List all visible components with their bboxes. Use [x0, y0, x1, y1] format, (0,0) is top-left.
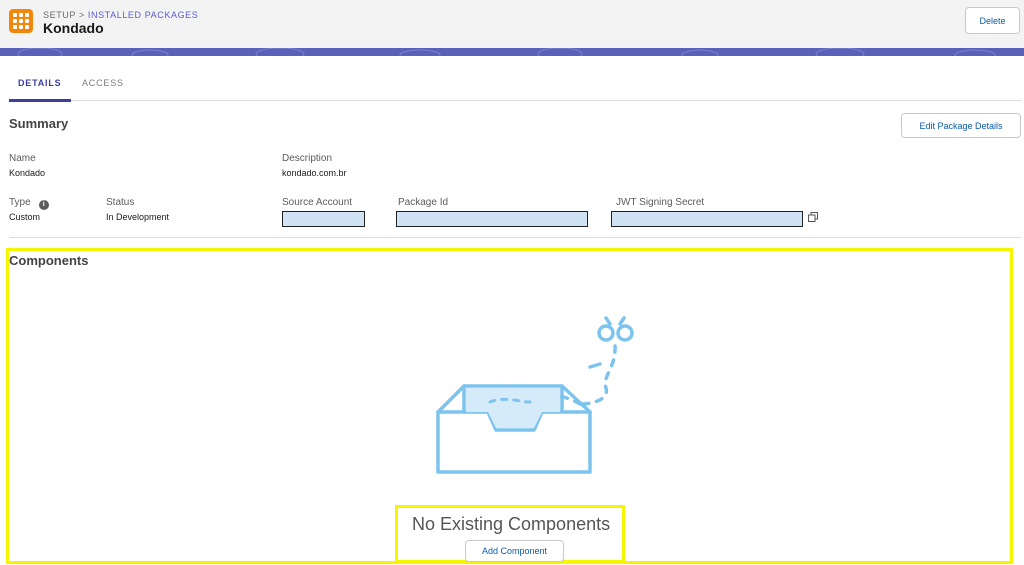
breadcrumb: SETUP > INSTALLED PACKAGES	[43, 10, 198, 20]
copy-icon[interactable]	[808, 212, 818, 222]
status-label: Status	[106, 197, 135, 208]
type-label: Type	[9, 197, 31, 208]
page-title: Kondado	[43, 20, 104, 36]
empty-state-title: No Existing Components	[412, 514, 611, 534]
tabs-divider	[9, 100, 1021, 101]
components-heading: Components	[9, 253, 89, 268]
source-account-label: Source Account	[282, 197, 353, 208]
description-value: kondado.com.br	[282, 168, 347, 178]
name-value: Kondado	[9, 168, 46, 178]
jwt-signing-secret-value-redacted	[611, 211, 803, 227]
source-account-value-redacted	[282, 211, 365, 227]
active-tab-indicator	[9, 99, 71, 102]
package-id-value-redacted	[396, 211, 588, 227]
section-divider	[9, 237, 1021, 238]
header-banner	[0, 48, 1024, 56]
page-header: SETUP > INSTALLED PACKAGES Kondado Delete	[0, 0, 1024, 48]
breadcrumb-link-installed-packages[interactable]: INSTALLED PACKAGES	[88, 10, 199, 20]
status-value: In Development	[106, 212, 170, 222]
breadcrumb-separator: >	[79, 10, 85, 20]
type-value: Custom	[9, 212, 41, 222]
tab-details[interactable]: DETAILS	[18, 78, 61, 88]
name-label: Name	[9, 153, 36, 164]
tab-access[interactable]: ACCESS	[82, 78, 124, 88]
jwt-signing-secret-label: JWT Signing Secret	[616, 197, 705, 208]
info-icon[interactable]: i	[38, 200, 49, 210]
package-id-label: Package Id	[398, 197, 449, 208]
add-component-button[interactable]: Add Component	[465, 540, 564, 562]
type-field: Type i	[9, 197, 49, 210]
breadcrumb-root: SETUP	[43, 10, 77, 20]
delete-button[interactable]: Delete	[965, 7, 1020, 34]
empty-inbox-illustration	[436, 316, 634, 474]
app-launcher-icon	[9, 9, 33, 33]
edit-package-details-button[interactable]: Edit Package Details	[901, 113, 1021, 138]
banner-pattern	[17, 48, 996, 56]
description-label: Description	[282, 153, 333, 164]
summary-heading: Summary	[9, 116, 69, 131]
